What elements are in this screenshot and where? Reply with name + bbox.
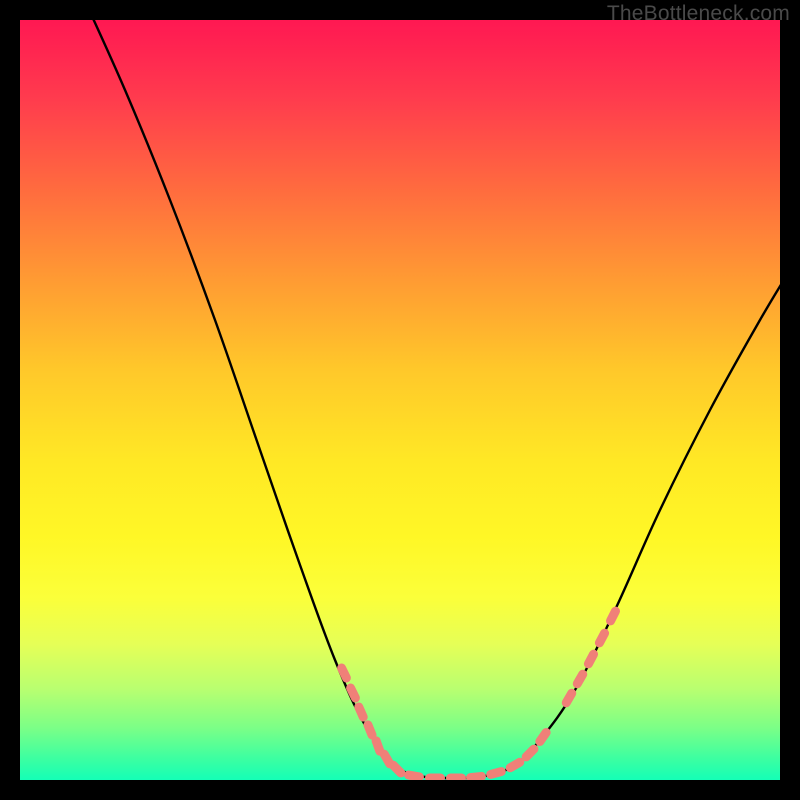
chart-frame: TheBottleneck.com (0, 0, 800, 800)
curve-marker (593, 627, 610, 649)
curve-marker (425, 774, 445, 781)
curve-marker (353, 701, 369, 723)
curve-marker (403, 770, 424, 780)
curve-marker (446, 774, 466, 781)
curve-marker (582, 648, 599, 670)
plot-area (20, 20, 780, 780)
curve-marker (336, 662, 353, 684)
watermark-text: TheBottleneck.com (607, 2, 790, 26)
curve-marker (466, 771, 487, 780)
bottleneck-curve (80, 20, 780, 778)
curve-marker (345, 682, 362, 704)
chart-svg (20, 20, 780, 780)
curve-marker (604, 605, 621, 627)
curve-marker (485, 766, 507, 780)
